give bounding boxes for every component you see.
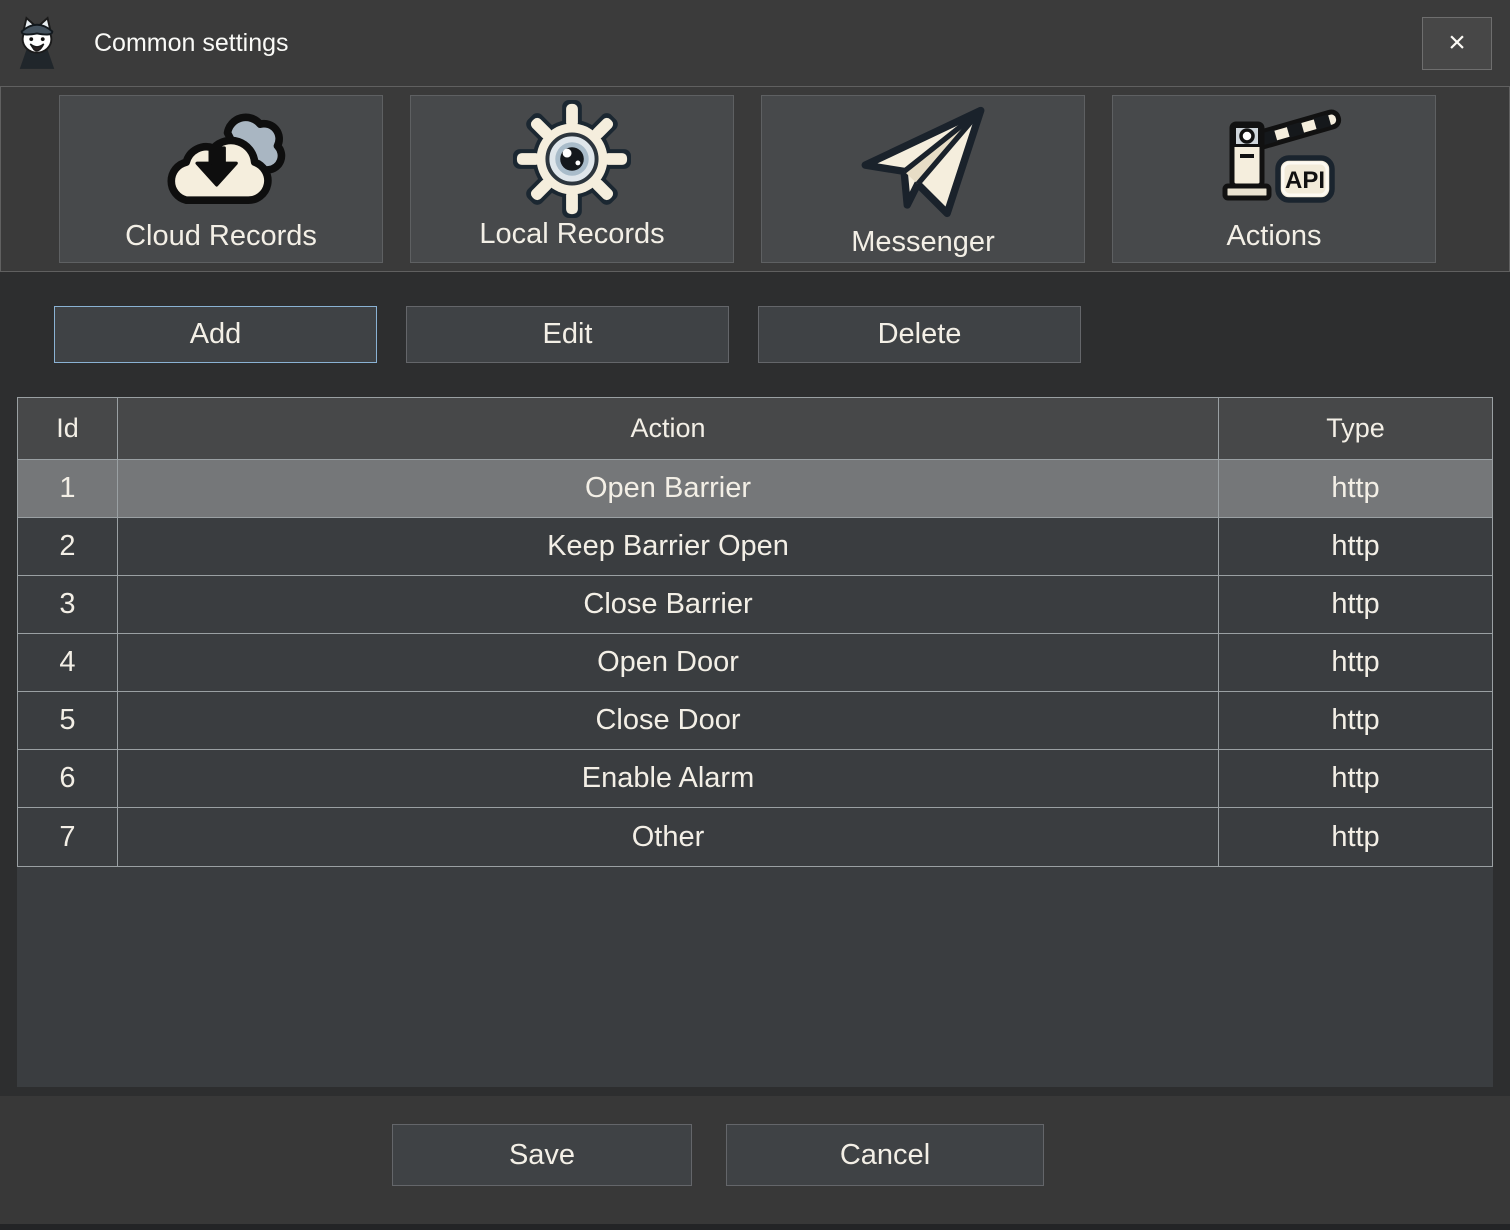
row-action-cell: Keep Barrier Open xyxy=(117,518,1218,575)
row-action-cell: Other xyxy=(117,808,1218,866)
table-body: 1 Open Barrier http 2 Keep Barrier Open … xyxy=(18,460,1492,866)
tab-label: Cloud Records xyxy=(125,220,317,253)
row-action-cell: Open Barrier xyxy=(117,460,1218,517)
tab-messenger[interactable]: Messenger xyxy=(761,95,1085,263)
edit-button[interactable]: Edit xyxy=(406,306,729,363)
row-type-cell: http xyxy=(1218,750,1492,807)
row-id-cell: 3 xyxy=(18,576,117,633)
column-header-id: Id xyxy=(18,398,117,459)
table-header: Id Action Type xyxy=(18,398,1492,460)
row-type-cell: http xyxy=(1218,576,1492,633)
row-action-cell: Enable Alarm xyxy=(117,750,1218,807)
tab-local-records[interactable]: Local Records xyxy=(410,95,734,263)
tab-label: Actions xyxy=(1226,220,1321,253)
table-row[interactable]: 2 Keep Barrier Open http xyxy=(18,518,1492,576)
row-type-cell: http xyxy=(1218,808,1492,866)
main-area: Add Edit Delete Id Action Type 1 Open Ba… xyxy=(0,272,1510,1096)
tab-actions[interactable]: API Actions xyxy=(1112,95,1436,263)
table-row[interactable]: 7 Other http xyxy=(18,808,1492,866)
dialog-footer: Save Cancel xyxy=(0,1096,1510,1230)
row-id-cell: 6 xyxy=(18,750,117,807)
title-bar: Common settings × xyxy=(0,0,1510,86)
tab-strip: Cloud Records xyxy=(0,86,1510,272)
save-button[interactable]: Save xyxy=(392,1124,692,1186)
gear-camera-icon xyxy=(513,96,631,218)
cancel-button[interactable]: Cancel xyxy=(726,1124,1044,1186)
husky-mascot-icon xyxy=(14,15,60,71)
column-header-action: Action xyxy=(117,398,1218,459)
close-icon: × xyxy=(1448,28,1466,58)
actions-table: Id Action Type 1 Open Barrier http 2 Kee… xyxy=(17,397,1493,1087)
row-id-cell: 7 xyxy=(18,808,117,866)
row-id-cell: 2 xyxy=(18,518,117,575)
row-type-cell: http xyxy=(1218,460,1492,517)
table-row[interactable]: 4 Open Door http xyxy=(18,634,1492,692)
paper-plane-icon xyxy=(853,96,993,226)
row-action-cell: Close Door xyxy=(117,692,1218,749)
row-action-cell: Close Barrier xyxy=(117,576,1218,633)
add-button[interactable]: Add xyxy=(54,306,377,363)
tab-label: Local Records xyxy=(479,218,664,251)
row-id-cell: 4 xyxy=(18,634,117,691)
tab-cloud-records[interactable]: Cloud Records xyxy=(59,95,383,263)
svg-text:API: API xyxy=(1285,167,1325,194)
row-id-cell: 5 xyxy=(18,692,117,749)
row-type-cell: http xyxy=(1218,518,1492,575)
row-id-cell: 1 xyxy=(18,460,117,517)
row-type-cell: http xyxy=(1218,692,1492,749)
window-title: Common settings xyxy=(94,29,289,58)
table-row[interactable]: 3 Close Barrier http xyxy=(18,576,1492,634)
table-row[interactable]: 6 Enable Alarm http xyxy=(18,750,1492,808)
close-button[interactable]: × xyxy=(1422,17,1492,70)
tab-label: Messenger xyxy=(851,226,994,259)
table-row[interactable]: 1 Open Barrier http xyxy=(18,460,1492,518)
column-header-type: Type xyxy=(1218,398,1492,459)
table-row[interactable]: 5 Close Door http xyxy=(18,692,1492,750)
actions-toolbar: Add Edit Delete xyxy=(0,272,1510,363)
cloud-download-icon xyxy=(145,96,297,220)
delete-button[interactable]: Delete xyxy=(758,306,1081,363)
barrier-api-icon: API xyxy=(1204,96,1344,220)
row-type-cell: http xyxy=(1218,634,1492,691)
row-action-cell: Open Door xyxy=(117,634,1218,691)
